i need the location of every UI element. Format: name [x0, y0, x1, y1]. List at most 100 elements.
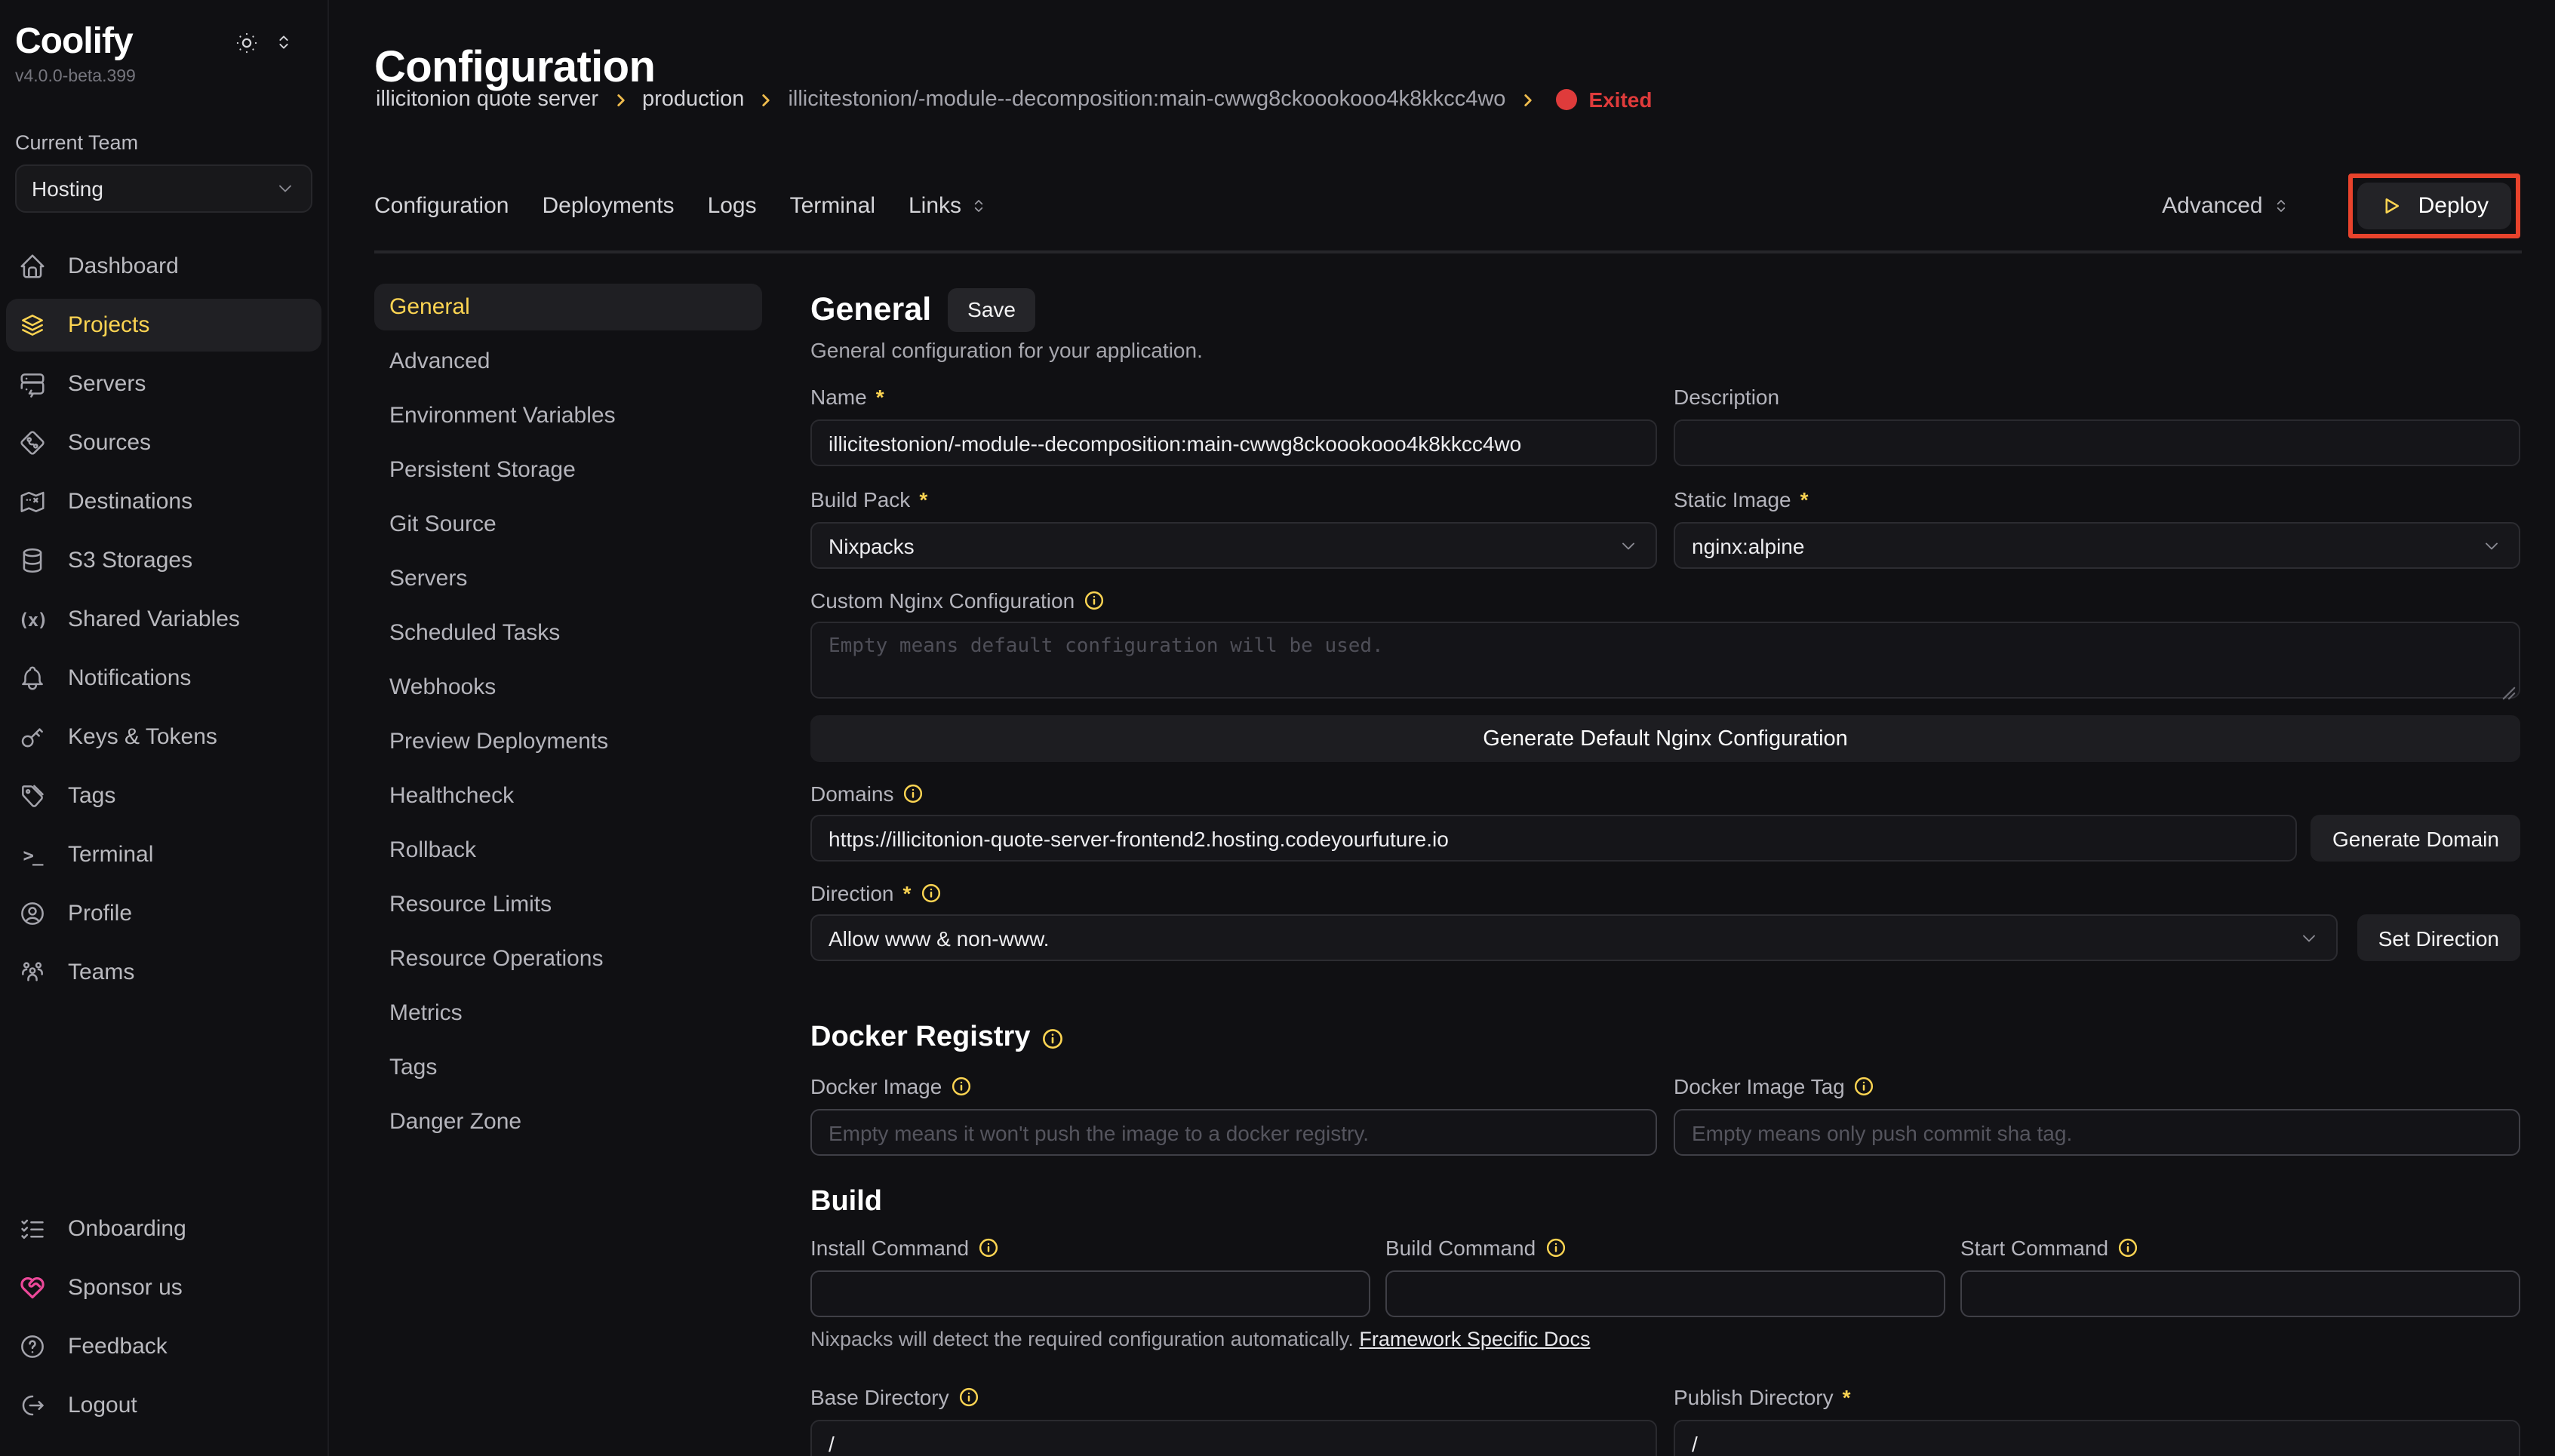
- sidebar-nav: Dashboard Projects Servers Sources Desti…: [0, 240, 327, 999]
- sidebar-item-label: Keys & Tokens: [68, 724, 217, 750]
- subnav-item-tags[interactable]: Tags: [374, 1044, 762, 1091]
- sidebar-item-teams[interactable]: Teams: [6, 946, 321, 999]
- info-icon[interactable]: [1854, 1075, 1875, 1096]
- info-icon[interactable]: [958, 1386, 979, 1407]
- sidebar-item-sponsor[interactable]: Sponsor us: [6, 1261, 321, 1314]
- sidebar-item-profile[interactable]: Profile: [6, 887, 321, 940]
- start-command-label: Start Command: [1960, 1235, 2108, 1259]
- install-command-label: Install Command: [810, 1235, 969, 1259]
- sidebar-item-feedback[interactable]: Feedback: [6, 1320, 321, 1373]
- sidebar-item-shared-variables[interactable]: (x) Shared Variables: [6, 593, 321, 646]
- layers-icon: [18, 311, 47, 339]
- sidebar-item-keys-tokens[interactable]: Keys & Tokens: [6, 711, 321, 763]
- sidebar-item-onboarding[interactable]: Onboarding: [6, 1203, 321, 1255]
- info-icon[interactable]: [2117, 1236, 2138, 1258]
- users-group-icon: [18, 958, 47, 987]
- info-icon[interactable]: [951, 1075, 972, 1096]
- breadcrumb-environment[interactable]: production: [642, 88, 744, 112]
- team-select[interactable]: Hosting: [15, 164, 312, 213]
- build-command-label: Build Command: [1385, 1235, 1536, 1259]
- info-icon[interactable]: [978, 1236, 999, 1258]
- resize-handle-icon[interactable]: [2502, 687, 2516, 700]
- tab-logs[interactable]: Logs: [708, 193, 757, 219]
- general-form: General Save General configuration for y…: [810, 287, 2520, 1456]
- docker-image-input[interactable]: [810, 1109, 1657, 1156]
- logout-icon: [18, 1391, 47, 1420]
- info-icon[interactable]: [1545, 1236, 1566, 1258]
- sidebar-item-notifications[interactable]: Notifications: [6, 652, 321, 705]
- subnav-item-advanced[interactable]: Advanced: [374, 338, 762, 385]
- sidebar-item-dashboard[interactable]: Dashboard: [6, 240, 321, 293]
- subnav-item-environment-variables[interactable]: Environment Variables: [374, 392, 762, 439]
- sidebar-item-label: Sponsor us: [68, 1275, 183, 1301]
- theme-toggle-sun-icon[interactable]: [234, 29, 260, 55]
- info-icon[interactable]: [1041, 1027, 1063, 1049]
- sidebar-item-logout[interactable]: Logout: [6, 1379, 321, 1432]
- sidebar-item-terminal[interactable]: >_ Terminal: [6, 828, 321, 881]
- sidebar-item-tags[interactable]: Tags: [6, 769, 321, 822]
- tag-icon: [18, 782, 47, 810]
- info-icon[interactable]: [903, 782, 924, 803]
- required-marker: *: [1800, 487, 1809, 511]
- domains-input[interactable]: [810, 815, 2298, 862]
- description-label: Description: [1674, 384, 1779, 408]
- subnav-item-git-source[interactable]: Git Source: [374, 501, 762, 548]
- custom-nginx-textarea[interactable]: [810, 622, 2520, 699]
- subnav-item-preview-deployments[interactable]: Preview Deployments: [374, 718, 762, 765]
- tab-terminal[interactable]: Terminal: [790, 193, 875, 219]
- sidebar-item-servers[interactable]: Servers: [6, 358, 321, 410]
- subnav-item-metrics[interactable]: Metrics: [374, 990, 762, 1037]
- tab-deployments[interactable]: Deployments: [542, 193, 674, 219]
- build-pack-select[interactable]: Nixpacks: [810, 522, 1657, 569]
- tab-links[interactable]: Links: [909, 193, 988, 219]
- sidebar-item-destinations[interactable]: Destinations: [6, 475, 321, 528]
- breadcrumb-application[interactable]: illicitestonion/-module--decomposition:m…: [788, 88, 1505, 112]
- breadcrumb-project[interactable]: illicitonion quote server: [376, 88, 598, 112]
- theme-selector-icon[interactable]: [273, 32, 294, 53]
- tab-bar: Configuration Deployments Logs Terminal …: [374, 172, 2520, 240]
- tab-configuration[interactable]: Configuration: [374, 193, 509, 219]
- install-command-input[interactable]: [810, 1270, 1370, 1317]
- subnav-item-danger-zone[interactable]: Danger Zone: [374, 1098, 762, 1145]
- set-direction-button[interactable]: Set Direction: [2357, 914, 2520, 961]
- subnav-item-scheduled-tasks[interactable]: Scheduled Tasks: [374, 610, 762, 656]
- description-input[interactable]: [1674, 419, 2520, 466]
- subnav-item-persistent-storage[interactable]: Persistent Storage: [374, 447, 762, 493]
- sidebar-item-s3-storages[interactable]: S3 Storages: [6, 534, 321, 587]
- team-select-value: Hosting: [32, 177, 103, 201]
- info-icon[interactable]: [920, 882, 941, 903]
- sidebar-item-label: Servers: [68, 371, 146, 397]
- build-command-input[interactable]: [1385, 1270, 1945, 1317]
- sidebar-item-projects[interactable]: Projects: [6, 299, 321, 352]
- subnav-item-general[interactable]: General: [374, 284, 762, 330]
- publish-directory-input[interactable]: [1674, 1420, 2520, 1456]
- chevron-right-icon: [1517, 90, 1537, 109]
- static-image-select[interactable]: nginx:alpine: [1674, 522, 2520, 569]
- docker-image-tag-input[interactable]: [1674, 1109, 2520, 1156]
- page-title: Configuration: [374, 45, 655, 94]
- subnav-item-resource-operations[interactable]: Resource Operations: [374, 935, 762, 982]
- subnav-item-rollback[interactable]: Rollback: [374, 827, 762, 874]
- deploy-button[interactable]: Deploy: [2358, 183, 2511, 229]
- generate-nginx-button[interactable]: Generate Default Nginx Configuration: [810, 715, 2520, 762]
- subnav-item-servers[interactable]: Servers: [374, 555, 762, 602]
- tabbar-divider: [374, 250, 2522, 253]
- sidebar-item-sources[interactable]: Sources: [6, 416, 321, 469]
- subnav-item-healthcheck[interactable]: Healthcheck: [374, 773, 762, 819]
- framework-docs-link[interactable]: Framework Specific Docs: [1359, 1328, 1590, 1350]
- required-marker: *: [903, 880, 912, 905]
- git-source-icon: [18, 429, 47, 457]
- name-input[interactable]: [810, 419, 1657, 466]
- direction-select[interactable]: Allow www & non-www.: [810, 914, 2338, 961]
- advanced-dropdown[interactable]: Advanced: [2162, 193, 2291, 219]
- subnav-item-webhooks[interactable]: Webhooks: [374, 664, 762, 711]
- custom-nginx-label: Custom Nginx Configuration: [810, 588, 1075, 612]
- app-logo[interactable]: Coolify: [15, 21, 133, 63]
- base-directory-input[interactable]: [810, 1420, 1657, 1456]
- save-button[interactable]: Save: [948, 287, 1035, 331]
- generate-domain-button[interactable]: Generate Domain: [2311, 815, 2520, 862]
- start-command-input[interactable]: [1960, 1270, 2520, 1317]
- terminal-icon: >_: [18, 840, 47, 869]
- info-icon[interactable]: [1084, 589, 1105, 610]
- subnav-item-resource-limits[interactable]: Resource Limits: [374, 881, 762, 928]
